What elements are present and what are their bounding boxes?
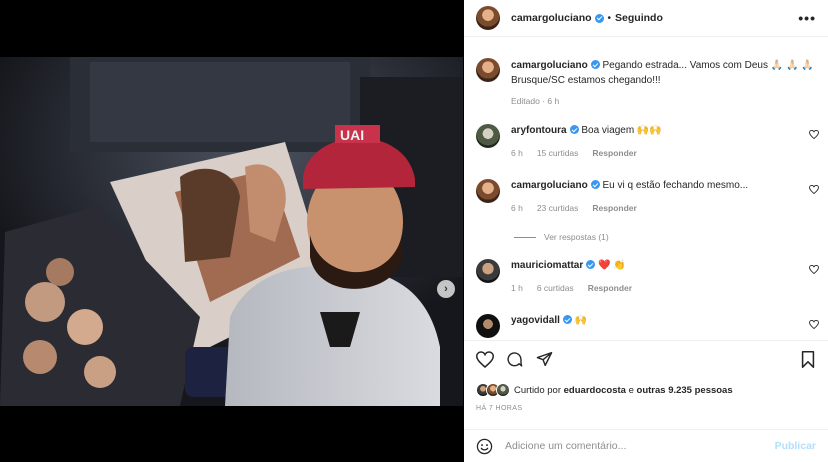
publish-button[interactable]: Publicar (775, 440, 816, 452)
verified-badge-icon (594, 13, 604, 23)
likes-others[interactable]: outras 9.235 pessoas (637, 385, 733, 396)
verified-badge-icon (586, 260, 596, 269)
add-comment-bar: Adicione um comentário... Publicar (464, 429, 828, 462)
svg-text:UAI: UAI (340, 127, 364, 143)
replies-line (514, 236, 536, 238)
author-avatar[interactable] (476, 6, 500, 30)
comment-input[interactable]: Adicione um comentário... (505, 440, 775, 452)
instagram-post-modal: UAI › camargoluciano • Seguindo ••• cama… (0, 0, 828, 462)
post-caption: camargoluciano Pegando estrada... Vamos … (464, 37, 828, 109)
liker-username[interactable]: eduardocosta (564, 385, 626, 396)
verified-badge-icon (562, 315, 572, 324)
heart-icon[interactable] (809, 265, 819, 274)
verified-badge-icon (590, 180, 600, 189)
author-username[interactable]: camargoluciano (511, 12, 592, 24)
follow-status-button[interactable]: Seguindo (615, 12, 663, 24)
post-photo[interactable]: UAI › (0, 57, 463, 406)
commenter-avatar[interactable] (476, 179, 500, 203)
likes-summary: Curtido por eduardocosta e outras 9.235 … (476, 382, 733, 398)
more-options-icon[interactable]: ••• (798, 11, 816, 25)
reply-button[interactable]: Responder (588, 283, 632, 293)
caption-username[interactable]: camargoluciano (511, 60, 588, 71)
share-icon[interactable] (536, 351, 553, 367)
commenter-username[interactable]: aryfontoura (511, 125, 567, 136)
post-header: camargoluciano • Seguindo ••• (464, 0, 828, 37)
comment-likes[interactable]: 6 curtidas (537, 283, 574, 293)
comment-likes[interactable]: 15 curtidas (537, 148, 579, 158)
comment-item: mauriciomattar ❤️ 👏 1 h 6 curtidas Respond… (464, 259, 828, 293)
likes-middle: e (628, 384, 634, 396)
liker-avatar (496, 383, 510, 397)
comment-text: Boa viagem 🙌🙌 (581, 125, 662, 136)
comment-text: 🙌 (574, 315, 588, 326)
photo-illustration: UAI (0, 57, 463, 406)
commenter-username[interactable]: mauriciomattar (511, 260, 583, 271)
comment-time: 6 h (511, 148, 523, 158)
comment-icon[interactable] (506, 351, 523, 368)
view-replies-button[interactable]: Ver respostas (1) (514, 232, 609, 242)
reply-button[interactable]: Responder (592, 203, 636, 213)
bookmark-icon[interactable] (801, 351, 815, 368)
comment-likes[interactable]: 23 curtidas (537, 203, 579, 213)
chevron-right-icon: › (444, 283, 448, 295)
comment-item: aryfontoura Boa viagem 🙌🙌 6 h 15 curtidas… (464, 124, 828, 158)
heart-icon[interactable] (476, 351, 494, 368)
liker-avatars (476, 382, 514, 398)
commenter-avatar[interactable] (476, 124, 500, 148)
comment-text: ❤️ 👏 (598, 260, 626, 271)
next-photo-button[interactable]: › (437, 280, 455, 298)
commenter-username[interactable]: camargoluciano (511, 180, 588, 191)
comment-item: yagovidall 🙌 (464, 314, 828, 338)
verified-badge-icon (569, 125, 579, 134)
heart-icon[interactable] (809, 185, 819, 194)
reply-button[interactable]: Responder (592, 148, 636, 158)
emoji-icon[interactable] (476, 438, 493, 455)
heart-icon[interactable] (809, 320, 819, 329)
post-details-panel: camargoluciano • Seguindo ••• camargoluc… (464, 0, 828, 462)
divider (464, 340, 828, 341)
commenter-avatar[interactable] (476, 259, 500, 283)
post-timestamp[interactable]: HÁ 7 HORAS (476, 405, 522, 412)
view-replies-label: Ver respostas (1) (544, 232, 609, 242)
commenter-avatar[interactable] (476, 314, 500, 338)
comment-item: camargoluciano Eu vi q estão fechando me… (464, 179, 828, 213)
comment-time: 1 h (511, 283, 523, 293)
comment-text: Eu vi q estão fechando mesmo... (602, 180, 749, 191)
likes-prefix: Curtido por (514, 384, 561, 396)
comment-time: 6 h (511, 203, 523, 213)
heart-icon[interactable] (809, 130, 819, 139)
caption-avatar[interactable] (476, 58, 500, 82)
commenter-username[interactable]: yagovidall (511, 315, 560, 326)
post-actions-bar (476, 351, 816, 373)
separator-dot: • (607, 12, 612, 24)
caption-meta: Editado · 6 h (511, 96, 560, 106)
verified-badge-icon (590, 60, 600, 69)
